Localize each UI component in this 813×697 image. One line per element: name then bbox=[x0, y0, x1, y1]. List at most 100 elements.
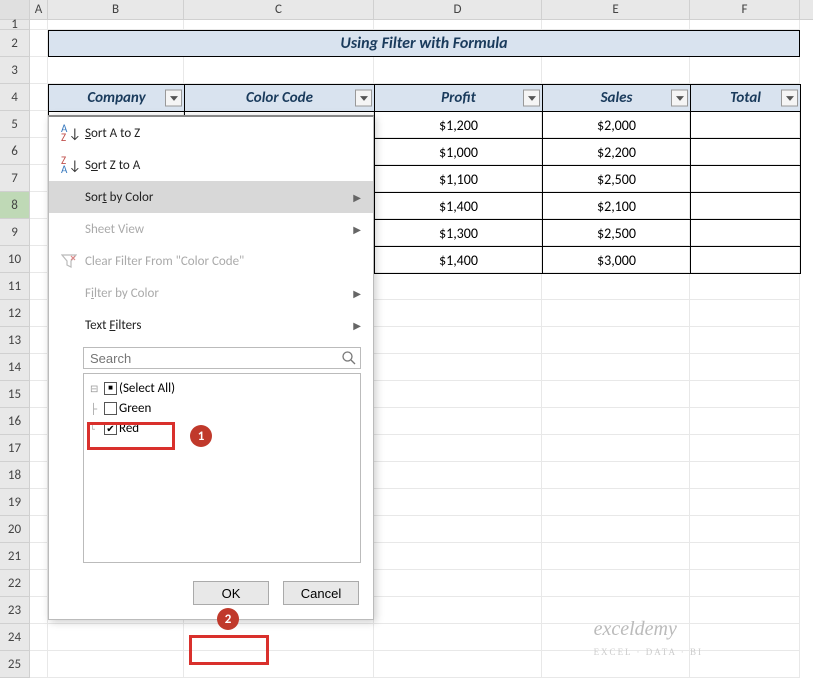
cell-sales[interactable]: $2,200 bbox=[543, 139, 691, 166]
callout-2: 2 bbox=[217, 608, 239, 630]
row-header-12[interactable]: 12 bbox=[0, 300, 30, 327]
row-header-2[interactable]: 2 bbox=[0, 30, 30, 57]
row-header-21[interactable]: 21 bbox=[0, 543, 30, 570]
cell-profit[interactable]: $1,000 bbox=[375, 139, 543, 166]
menu-sort-az-label: Sort A to Z bbox=[85, 126, 361, 141]
cell-profit[interactable]: $1,200 bbox=[375, 112, 543, 139]
cell-profit[interactable]: $1,100 bbox=[375, 166, 543, 193]
menu-filter-by-color-label: Filter by Color bbox=[85, 286, 353, 301]
callout-1: 1 bbox=[190, 425, 212, 447]
row-header-10[interactable]: 10 bbox=[0, 246, 30, 273]
watermark-tagline: EXCEL · DATA · BI bbox=[594, 647, 703, 657]
annotation-box-ok bbox=[189, 635, 269, 665]
funnel-clear-icon bbox=[61, 254, 85, 268]
row-header-5[interactable]: 5 bbox=[0, 111, 30, 138]
row-header-24[interactable]: 24 bbox=[0, 624, 30, 651]
row-header-22[interactable]: 22 bbox=[0, 570, 30, 597]
filter-button-color-code[interactable] bbox=[355, 90, 372, 107]
cell-total[interactable] bbox=[691, 112, 801, 139]
menu-sort-by-color-label: Sort by Color bbox=[85, 190, 353, 205]
cell-total[interactable] bbox=[691, 247, 801, 274]
header-profit: Profit bbox=[375, 85, 543, 112]
row-header-6[interactable]: 6 bbox=[0, 138, 30, 165]
row-header-1[interactable]: 1 bbox=[0, 20, 30, 30]
row-header-8[interactable]: 8 bbox=[0, 192, 30, 219]
menu-sort-by-color[interactable]: Sort by Color ▶ bbox=[49, 181, 373, 213]
annotation-box-green bbox=[87, 422, 175, 450]
header-color-code-label: Color Code bbox=[246, 89, 313, 107]
row-header-20[interactable]: 20 bbox=[0, 516, 30, 543]
row-header-18[interactable]: 18 bbox=[0, 462, 30, 489]
menu-sheet-view: Sheet View ▶ bbox=[49, 213, 373, 245]
filter-button-sales[interactable] bbox=[671, 90, 688, 107]
row-header-16[interactable]: 16 bbox=[0, 408, 30, 435]
row-header-7[interactable]: 7 bbox=[0, 165, 30, 192]
menu-clear-filter-label: Clear Filter From "Color Code" bbox=[85, 254, 361, 269]
menu-text-filters[interactable]: Text Filters ▶ bbox=[49, 309, 373, 341]
header-company-label: Company bbox=[87, 89, 145, 107]
col-header-B[interactable]: B bbox=[48, 0, 184, 19]
row-header-14[interactable]: 14 bbox=[0, 354, 30, 381]
cell-profit[interactable]: $1,300 bbox=[375, 220, 543, 247]
menu-sheet-view-label: Sheet View bbox=[85, 222, 353, 237]
cell-total[interactable] bbox=[691, 139, 801, 166]
check-label-select-all: (Select All) bbox=[119, 381, 175, 396]
col-header-C[interactable]: C bbox=[184, 0, 374, 19]
chevron-right-icon: ▶ bbox=[353, 191, 361, 204]
cell-sales[interactable]: $2,500 bbox=[543, 220, 691, 247]
check-label-green: Green bbox=[119, 401, 151, 416]
row-header-9[interactable]: 9 bbox=[0, 219, 30, 246]
cell-total[interactable] bbox=[691, 220, 801, 247]
chevron-right-icon: ▶ bbox=[353, 319, 361, 332]
header-company: Company bbox=[49, 85, 185, 112]
page-title: Using Filter with Formula bbox=[48, 30, 800, 57]
row-header-4[interactable]: 4 bbox=[0, 84, 30, 111]
filter-button-company[interactable] bbox=[165, 90, 182, 107]
menu-sort-az[interactable]: AZ↓ Sort A to Z bbox=[49, 117, 373, 149]
row-header-23[interactable]: 23 bbox=[0, 597, 30, 624]
header-profit-label: Profit bbox=[441, 89, 476, 107]
row-header-19[interactable]: 19 bbox=[0, 489, 30, 516]
row-header-17[interactable]: 17 bbox=[0, 435, 30, 462]
filter-button-total[interactable] bbox=[781, 90, 798, 107]
ok-button[interactable]: OK bbox=[193, 581, 269, 605]
col-header-F[interactable]: F bbox=[690, 0, 800, 19]
cell-sales[interactable]: $3,000 bbox=[543, 247, 691, 274]
cell-profit[interactable]: $1,400 bbox=[375, 193, 543, 220]
header-sales: Sales bbox=[543, 85, 691, 112]
menu-sort-za[interactable]: ZA↓ Sort Z to A bbox=[49, 149, 373, 181]
check-item-select-all[interactable]: ⊟ (Select All) bbox=[90, 378, 354, 398]
search-icon bbox=[341, 350, 357, 366]
row-header-3[interactable]: 3 bbox=[0, 57, 30, 84]
row-header-11[interactable]: 11 bbox=[0, 273, 30, 300]
cell-total[interactable] bbox=[691, 193, 801, 220]
column-headers: A B C D E F bbox=[0, 0, 813, 20]
menu-clear-filter: Clear Filter From "Color Code" bbox=[49, 245, 373, 277]
header-color-code: Color Code bbox=[185, 85, 375, 112]
row-header-15[interactable]: 15 bbox=[0, 381, 30, 408]
menu-text-filters-label: Text Filters bbox=[85, 318, 353, 333]
filter-checkbox-list: ⊟ (Select All) ├ Green └ Red bbox=[83, 373, 361, 563]
checkbox-green[interactable] bbox=[104, 402, 117, 415]
col-header-A[interactable]: A bbox=[30, 0, 48, 19]
header-total: Total bbox=[691, 85, 801, 112]
col-header-D[interactable]: D bbox=[374, 0, 542, 19]
cell-profit[interactable]: $1,400 bbox=[375, 247, 543, 274]
checkbox-select-all[interactable] bbox=[104, 382, 117, 395]
cancel-button[interactable]: Cancel bbox=[283, 581, 359, 605]
col-header-E[interactable]: E bbox=[542, 0, 690, 19]
filter-dropdown-menu: AZ↓ Sort A to Z ZA↓ Sort Z to A Sort by … bbox=[48, 115, 374, 620]
cell-total[interactable] bbox=[691, 166, 801, 193]
watermark: exceldemy EXCEL · DATA · BI bbox=[594, 619, 703, 659]
sort-za-icon: ZA↓ bbox=[61, 156, 85, 174]
cell-sales[interactable]: $2,100 bbox=[543, 193, 691, 220]
cell-sales[interactable]: $2,500 bbox=[543, 166, 691, 193]
cell-sales[interactable]: $2,000 bbox=[543, 112, 691, 139]
check-item-green[interactable]: ├ Green bbox=[90, 398, 354, 418]
row-header-25[interactable]: 25 bbox=[0, 651, 30, 678]
row-headers: 1 2 3 4 5 6 7 8 9 10 11 12 13 14 15 16 1… bbox=[0, 20, 30, 678]
filter-button-profit[interactable] bbox=[523, 90, 540, 107]
watermark-brand: exceldemy bbox=[594, 618, 677, 640]
filter-search-input[interactable] bbox=[83, 347, 361, 369]
row-header-13[interactable]: 13 bbox=[0, 327, 30, 354]
